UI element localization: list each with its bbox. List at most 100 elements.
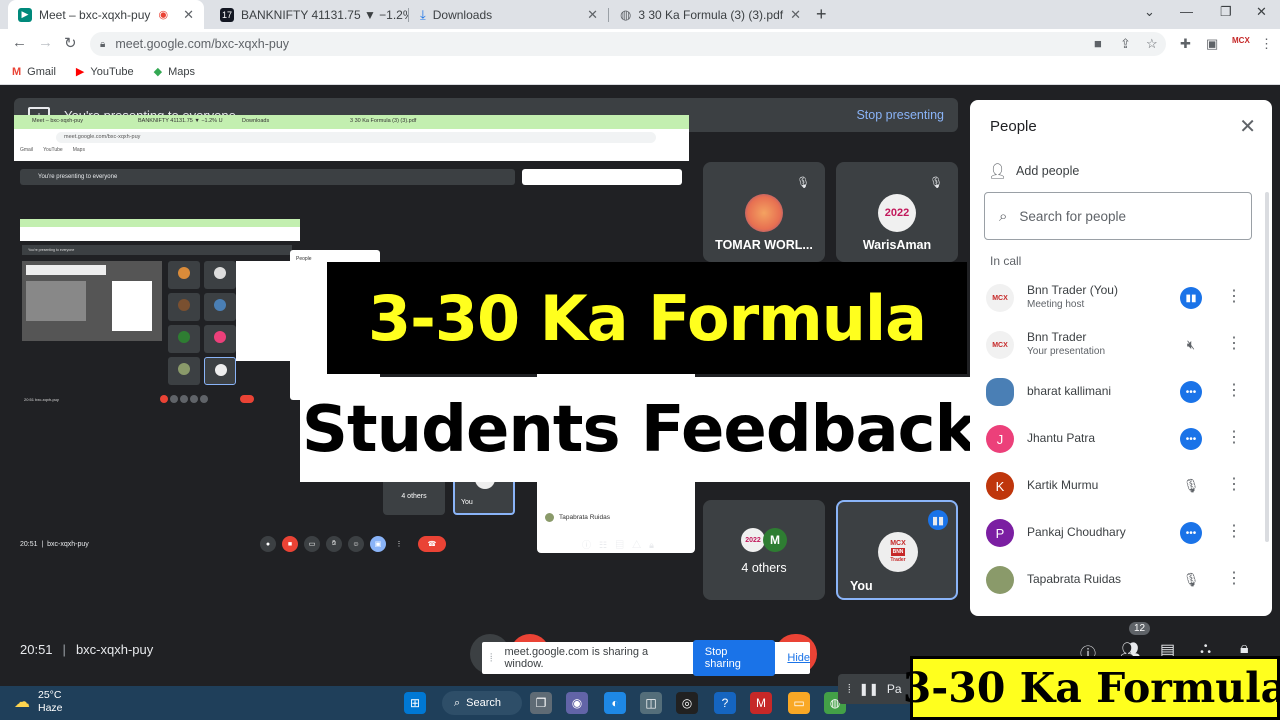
person-avatar: MCX: [986, 331, 1014, 359]
close-tab-icon[interactable]: ✕: [790, 7, 801, 23]
search-icon: ⌕: [999, 207, 1008, 225]
nested-toolbar: meet.google.com/bxc-xqxh-puy Gmail YouTu…: [14, 129, 689, 161]
drag-handle-icon[interactable]: ⦙: [848, 682, 851, 697]
more-options-icon[interactable]: ⋮: [1226, 521, 1242, 541]
audio-muted-icon: 🔇︎: [1186, 337, 1196, 352]
task-view-icon[interactable]: ❐: [530, 692, 552, 714]
inner-control: [200, 395, 208, 403]
forward-icon[interactable]: →: [38, 34, 53, 51]
file-explorer-icon[interactable]: ▭: [788, 692, 810, 714]
edge-icon[interactable]: ◐: [604, 692, 626, 714]
help-icon[interactable]: ?: [714, 692, 736, 714]
person-row[interactable]: K Kartik Murmu 🎙︎ ⋮: [986, 468, 1246, 508]
tab-banknifty[interactable]: 17 BANKNIFTY 41131.75 ▼ −1.2% U ✕: [210, 0, 408, 29]
side-panel-icon[interactable]: ▣: [1206, 36, 1218, 52]
participant-tile-waris[interactable]: 🎙︎ 2022 WarisAman: [836, 162, 958, 262]
address-bar[interactable]: 🔒︎ meet.google.com/bxc-xqxh-puy: [90, 32, 1166, 56]
mcafee-icon[interactable]: M: [750, 692, 772, 714]
inner-inner-content: [26, 281, 86, 321]
drag-handle-icon[interactable]: ⦙: [490, 652, 492, 665]
bookmark-maps[interactable]: ◆ Maps: [154, 65, 195, 79]
inner-bottom-info: 20:51 bxc-xqxh-puy: [24, 397, 59, 402]
speaking-icon: ▮▮: [1180, 287, 1202, 309]
participant-tile-you[interactable]: ▮▮ MCX BNN Trader You: [836, 500, 958, 600]
tile-name: TOMAR WORL...: [715, 238, 813, 252]
panel-scrollbar[interactable]: [1265, 192, 1269, 542]
inner-control: [190, 395, 198, 403]
close-panel-icon[interactable]: ✕: [1239, 114, 1256, 139]
bookmark-gmail[interactable]: M Gmail: [12, 66, 56, 78]
person-avatar: K: [986, 472, 1014, 500]
close-tab-icon[interactable]: ✕: [587, 7, 598, 23]
profile-avatar[interactable]: MCX: [1232, 36, 1250, 45]
start-button[interactable]: ⊞: [404, 692, 426, 714]
add-people-button[interactable]: 👤︎ Add people: [988, 162, 1079, 180]
more-options-icon[interactable]: ⋮: [1226, 380, 1242, 400]
nested-right-tools: ⓘ☷▤△🔒︎: [582, 540, 662, 550]
person-row[interactable]: bharat kallimani ••• ⋮: [986, 374, 1246, 414]
bookmark-label: YouTube: [90, 65, 134, 78]
stop-presenting-button[interactable]: Stop presenting: [856, 108, 944, 122]
more-options-icon[interactable]: ⋮: [1226, 427, 1242, 447]
person-row[interactable]: MCX Bnn Trader Your presentation 🔇︎ ⋮: [986, 327, 1246, 367]
person-row[interactable]: MCX Bnn Trader (You) Meeting host ▮▮ ⋮: [986, 280, 1246, 320]
minimize-icon[interactable]: —: [1180, 4, 1193, 19]
pause-icon[interactable]: ❚❚: [859, 682, 879, 696]
stop-sharing-button[interactable]: Stop sharing: [692, 640, 776, 676]
teams-chat-icon[interactable]: ◉: [566, 692, 588, 714]
globe-icon: ◍: [620, 6, 632, 22]
participant-count-badge: 12: [1129, 622, 1151, 635]
tab-title: 3 30 Ka Formula (3) (3).pdf: [638, 7, 784, 22]
more-options-icon[interactable]: ⋮: [1226, 286, 1242, 306]
gmail-icon: M: [12, 65, 22, 78]
inner-inner-panel: [112, 281, 152, 331]
inner-tile: [204, 357, 236, 385]
avatar-text: BNN: [890, 548, 906, 556]
nested-tab-title: 3 30 Ka Formula (3) (3).pdf: [350, 118, 417, 124]
camera-icon[interactable]: ■: [1094, 36, 1102, 51]
weather-widget[interactable]: ☁ 25°C Haze: [14, 689, 63, 715]
extensions-icon[interactable]: ✚: [1180, 36, 1191, 52]
tab-pdf[interactable]: ◍ 3 30 Ka Formula (3) (3).pdf ✕: [610, 0, 810, 29]
close-window-icon[interactable]: ✕: [1256, 4, 1267, 20]
search-people-input[interactable]: ⌕ Search for people: [984, 192, 1252, 240]
nested-more-icon: ⋮: [395, 541, 403, 548]
person-row[interactable]: P Pankaj Choudhary ••• ⋮: [986, 515, 1246, 555]
inner-end-call: [240, 395, 254, 403]
participant-tile-others[interactable]: 2022 M 4 others: [703, 500, 825, 600]
taskbar-search[interactable]: ⌕ Search: [442, 691, 522, 715]
person-avatar: MCX: [986, 284, 1014, 312]
person-name: Bnn Trader (You): [1027, 283, 1118, 297]
tile-name: You: [850, 579, 873, 593]
panel-title: People: [990, 118, 1037, 135]
reload-icon[interactable]: ↻: [64, 34, 77, 52]
tab-downloads[interactable]: ⤓ Downloads ✕: [410, 0, 608, 29]
xbox-icon[interactable]: ◎: [676, 692, 698, 714]
person-name: Jhantu Patra: [1027, 431, 1096, 445]
close-tab-icon[interactable]: ✕: [183, 7, 194, 23]
more-options-icon[interactable]: ⋮: [1226, 568, 1242, 588]
person-avatar: [986, 378, 1014, 406]
restore-icon[interactable]: ❐: [1220, 4, 1232, 20]
back-icon[interactable]: ←: [12, 34, 27, 51]
participant-tile-tomar[interactable]: 🎙︎ TOMAR WORL...: [703, 162, 825, 262]
overlay-corner-title: 3-30 Ka Formula: [903, 656, 1280, 720]
person-row[interactable]: J Jhantu Patra ••• ⋮: [986, 421, 1246, 461]
inner-avatar: [214, 331, 226, 343]
hide-button[interactable]: Hide: [787, 652, 810, 664]
add-person-icon: 👤︎: [988, 163, 1008, 180]
mic-muted-icon: 🎙︎: [1182, 478, 1200, 493]
share-icon[interactable]: ⇪: [1120, 36, 1131, 52]
menu-icon[interactable]: ⋮: [1260, 36, 1273, 52]
store-icon[interactable]: ◫: [640, 692, 662, 714]
more-options-icon[interactable]: ⋮: [1226, 333, 1242, 353]
more-options-icon[interactable]: ⋮: [1226, 474, 1242, 494]
bookmark-star-icon[interactable]: ☆: [1146, 36, 1158, 52]
inner-tile: [168, 293, 200, 321]
bookmark-youtube[interactable]: ▶ YouTube: [76, 65, 134, 79]
tab-search-chevron-icon[interactable]: ⌄: [1144, 4, 1155, 20]
person-row[interactable]: Tapabrata Ruidas 🎙︎ ⋮: [986, 562, 1246, 602]
new-tab-button[interactable]: +: [816, 4, 827, 25]
tab-meet[interactable]: ▶ Meet – bxc-xqxh-puy ◉ ✕: [8, 0, 204, 29]
people-panel: People ✕ 👤︎ Add people ⌕ Search for peop…: [970, 100, 1272, 616]
